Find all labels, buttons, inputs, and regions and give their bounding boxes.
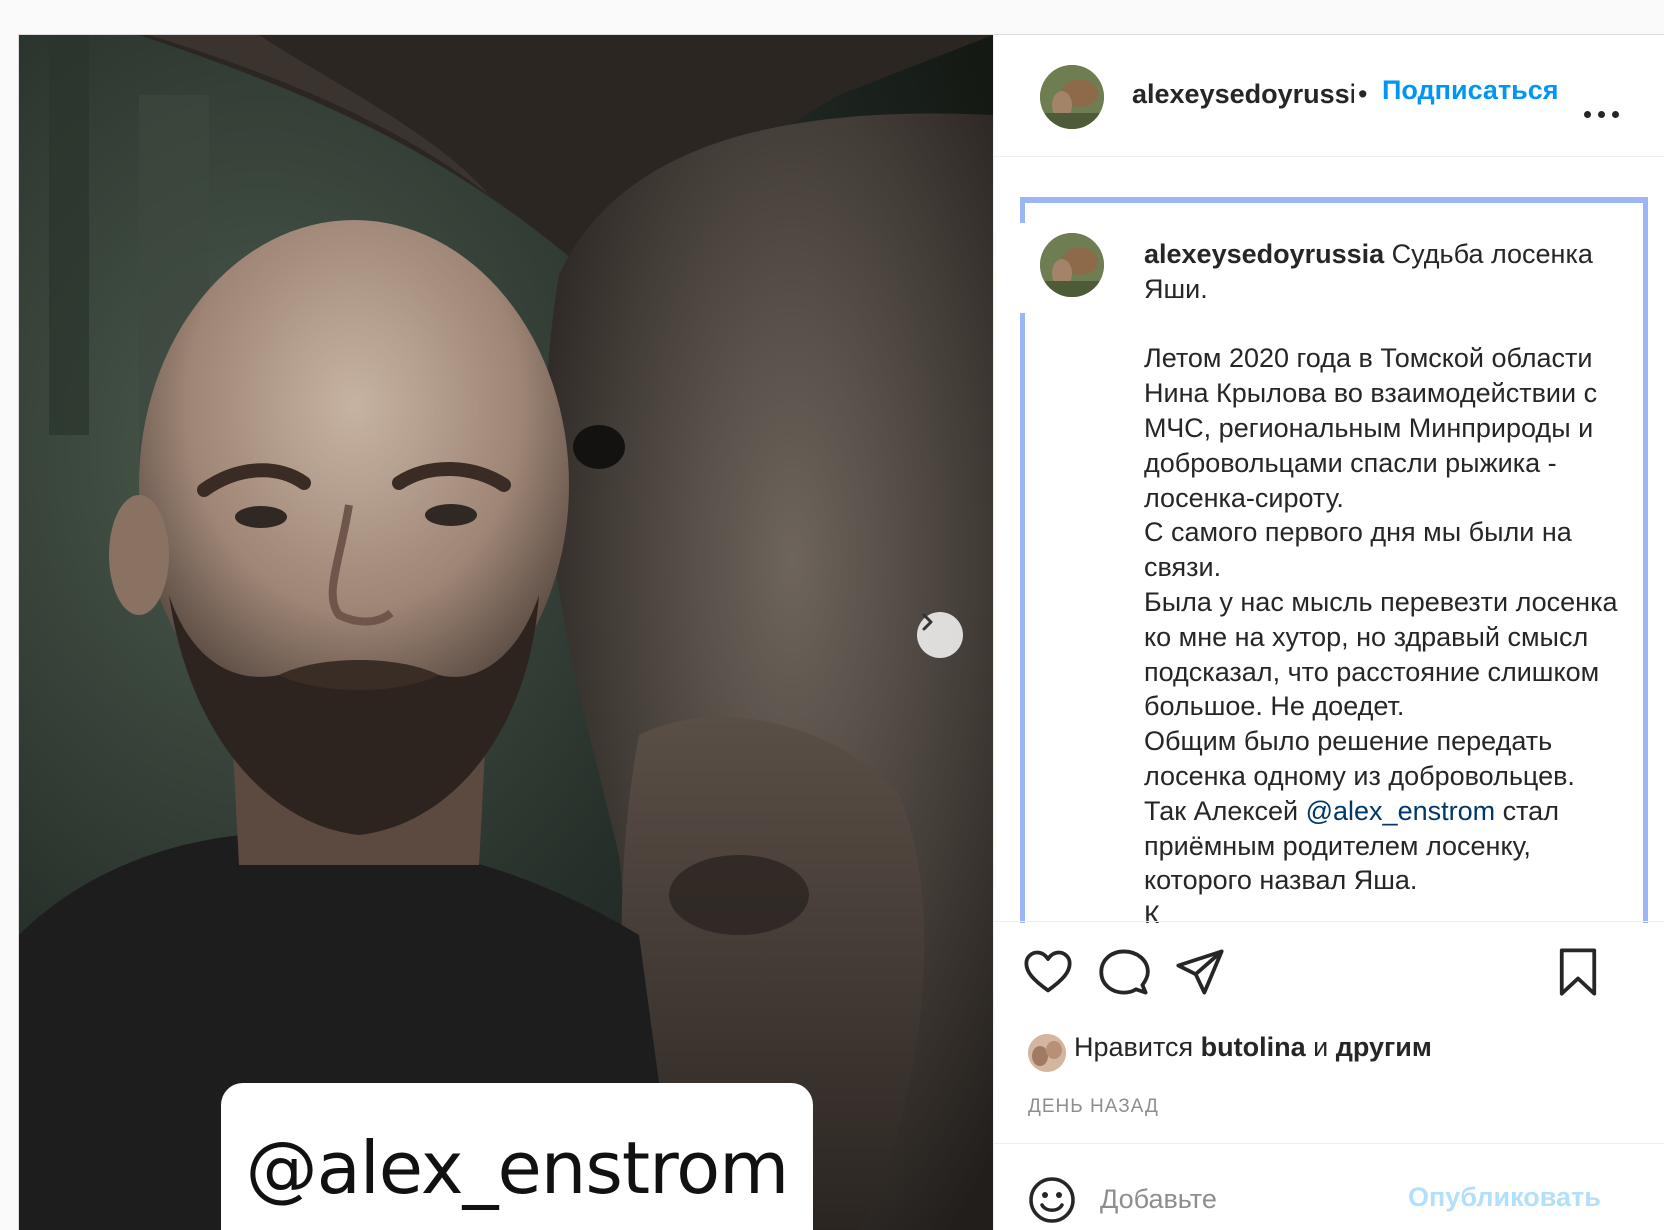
comment-input[interactable] — [1100, 1174, 1390, 1224]
post-timestamp[interactable]: ДЕНЬ НАЗАД — [1028, 1096, 1159, 1118]
photo-tag-text: @alex_enstrom — [245, 1126, 790, 1210]
post-photo[interactable]: @alex_enstrom — [19, 35, 993, 1230]
caption-username[interactable]: alexeysedoyrussia — [1144, 239, 1384, 269]
author-username[interactable]: alexeysedoyrussia — [1132, 79, 1354, 110]
post-side-panel: alexeysedoyrussia • Подписаться alexeyse… — [993, 35, 1664, 1230]
bookmark-icon[interactable] — [1552, 946, 1604, 998]
comment-bar: Опубликовать — [994, 1143, 1664, 1230]
photo-tag-sticker: @alex_enstrom — [221, 1083, 813, 1230]
author-avatar[interactable] — [1040, 65, 1104, 129]
heart-icon[interactable] — [1022, 946, 1074, 998]
likes-summary: Нравится butolina и другим — [1074, 1032, 1432, 1063]
likes-middle: и — [1305, 1032, 1336, 1062]
caption-blank-line — [1144, 307, 1634, 342]
caption-mention-prefix: Так Алексей — [1144, 795, 1306, 826]
caption-line: Была у нас мысль перевезти лосенка ко мн… — [1144, 586, 1618, 722]
caption-line: Летом 2020 года в Томской области Нина К… — [1144, 343, 1598, 513]
caption-mention-link[interactable]: @alex_enstrom — [1306, 796, 1496, 826]
header-separator: • — [1358, 79, 1368, 109]
avatar-image — [1040, 65, 1104, 129]
caption-cut-line: К — [1144, 900, 1160, 923]
caption-scroll-area[interactable]: alexeysedoyrussia Судьба лосенка Яши. Ле… — [1020, 197, 1648, 923]
liker-avatar[interactable] — [1028, 1034, 1066, 1072]
caption-line: Общим было решение передать лосенка одно… — [1144, 726, 1575, 791]
publish-button[interactable]: Опубликовать — [1408, 1182, 1601, 1213]
post-actions: Нравится butolina и другим ДЕНЬ НАЗАД — [994, 921, 1664, 1141]
avatar-image — [1028, 1034, 1066, 1072]
caption-author-avatar[interactable] — [1040, 233, 1104, 297]
photo-illustration — [19, 35, 993, 1230]
chevron-right-icon — [922, 613, 933, 631]
post-card: @alex_enstrom alexeysedoyrussia • Подпис… — [18, 34, 1664, 1230]
comment-icon[interactable] — [1098, 946, 1150, 998]
caption-line: С самого первого дня мы были на связи. — [1144, 517, 1572, 583]
likes-others-link[interactable]: другим — [1336, 1032, 1432, 1062]
next-photo-button[interactable] — [917, 612, 963, 658]
more-options-icon[interactable] — [1584, 111, 1620, 119]
follow-button[interactable]: Подписаться — [1382, 75, 1559, 106]
caption-text: alexeysedoyrussia Судьба лосенка Яши. Ле… — [1144, 237, 1634, 923]
share-icon[interactable] — [1174, 946, 1226, 998]
emoji-icon[interactable] — [1028, 1176, 1076, 1224]
avatar-image — [1040, 233, 1104, 297]
liker-username[interactable]: butolina — [1201, 1032, 1306, 1062]
post-header: alexeysedoyrussia • Подписаться — [994, 35, 1664, 157]
likes-prefix: Нравится — [1074, 1032, 1201, 1062]
